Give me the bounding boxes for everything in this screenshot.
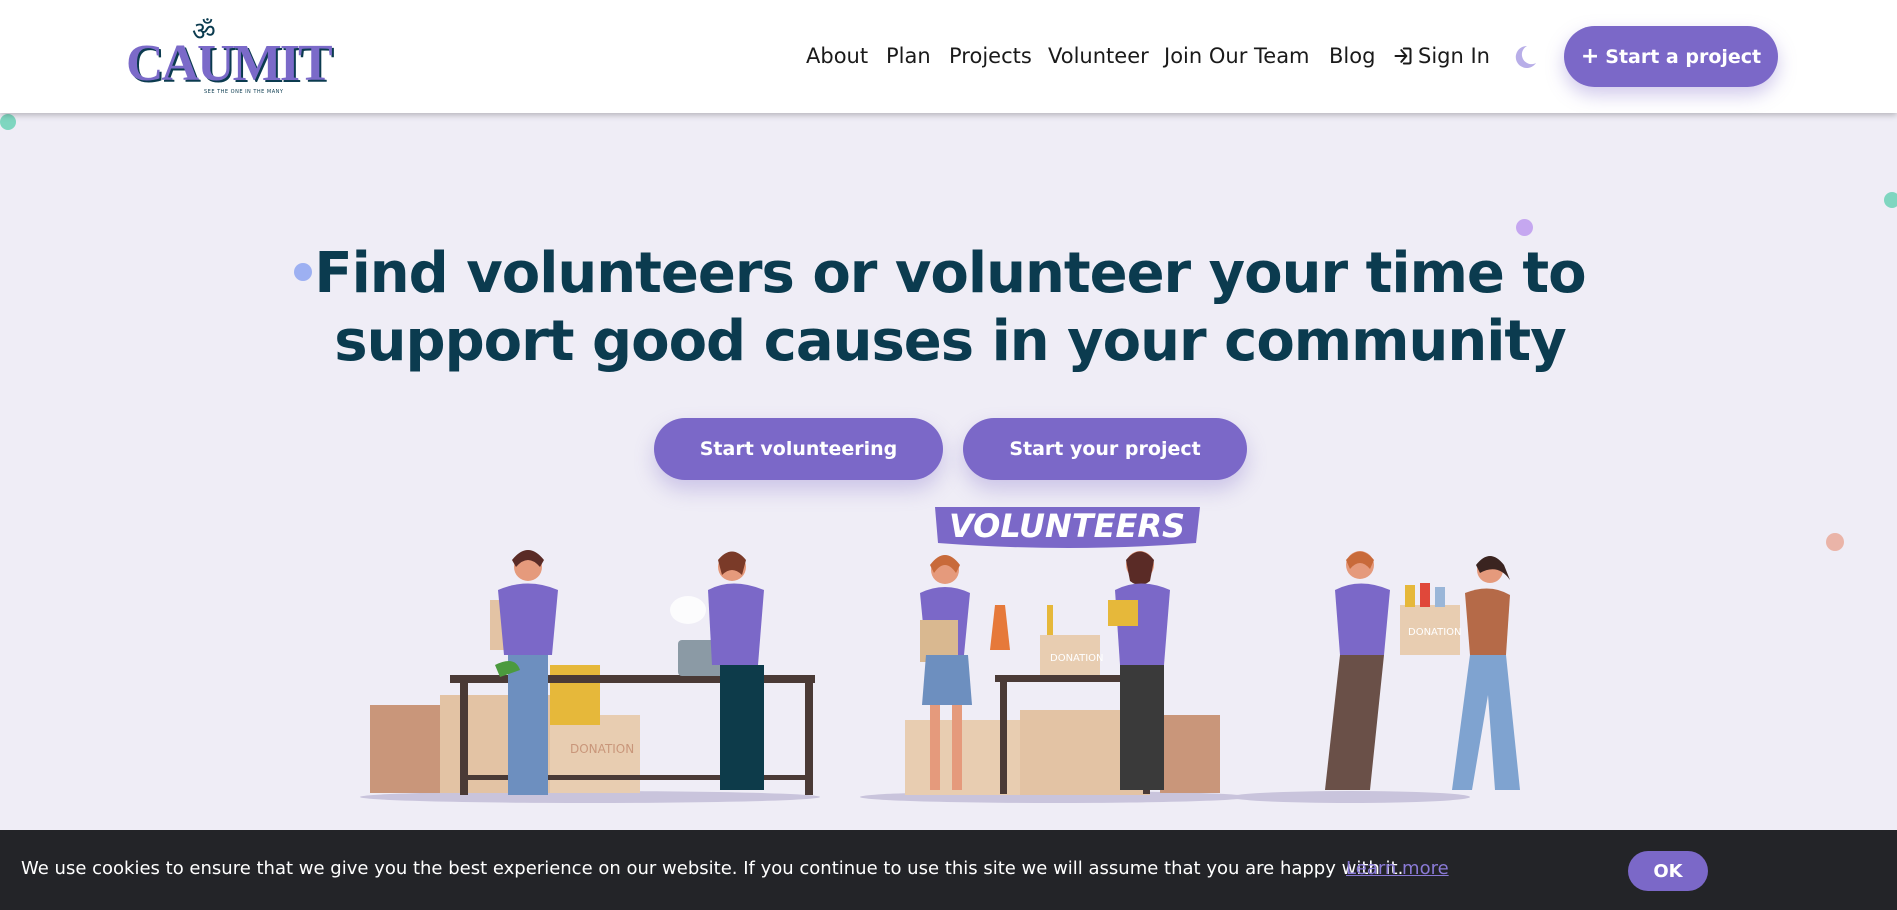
start-a-project-label: Start a project: [1605, 45, 1762, 68]
svg-text:DONATION: DONATION: [1050, 653, 1104, 664]
hero-title: Find volunteers or volunteer your time t…: [300, 240, 1600, 376]
cookie-banner: We use cookies to ensure that we give yo…: [0, 830, 1897, 910]
hero-title-line1: Find volunteers or volunteer your time t…: [314, 241, 1586, 306]
learn-more-link[interactable]: Learn more: [1346, 858, 1449, 879]
cookie-message: We use cookies to ensure that we give yo…: [21, 858, 1404, 879]
start-your-project-button[interactable]: Start your project: [963, 418, 1247, 480]
nav-sign-in[interactable]: Sign In: [1392, 44, 1490, 68]
start-volunteering-button[interactable]: Start volunteering: [654, 418, 943, 480]
plus-icon: +: [1580, 44, 1600, 69]
nav-blog[interactable]: Blog: [1329, 44, 1375, 68]
decor-dot: [1826, 533, 1844, 551]
decor-dot: [1516, 219, 1533, 236]
sign-in-label: Sign In: [1418, 44, 1490, 68]
svg-text:DONATION: DONATION: [1408, 627, 1462, 638]
nav-about[interactable]: About: [806, 44, 868, 68]
start-a-project-button[interactable]: + Start a project: [1564, 26, 1778, 87]
logo-wordmark: CAUMIT: [126, 35, 333, 92]
sign-in-icon: [1394, 47, 1412, 65]
logo-tagline: SEE THE ONE IN THE MANY: [204, 89, 284, 95]
site-header: ॐ CAUMIT SEE THE ONE IN THE MANY About P…: [0, 0, 1897, 113]
nav-projects[interactable]: Projects: [949, 44, 1032, 68]
nav-join-our-team[interactable]: Join Our Team: [1164, 44, 1310, 68]
box-label: DONATION: [570, 742, 634, 756]
nav-volunteer[interactable]: Volunteer: [1048, 44, 1149, 68]
volunteers-illustration: DONATION VOLUNTEERS DONATION DONATION: [360, 507, 1520, 803]
caumit-logo[interactable]: ॐ CAUMIT SEE THE ONE IN THE MANY: [126, 12, 333, 102]
hero-title-line2: support good causes in your community: [334, 309, 1566, 374]
volunteers-banner: VOLUNTEERS: [949, 507, 1185, 545]
decor-dot: [0, 114, 16, 130]
nav-plan[interactable]: Plan: [886, 44, 931, 68]
decor-dot: [1884, 192, 1897, 208]
moon-icon[interactable]: [1512, 44, 1538, 70]
cookie-ok-button[interactable]: OK: [1628, 851, 1708, 891]
